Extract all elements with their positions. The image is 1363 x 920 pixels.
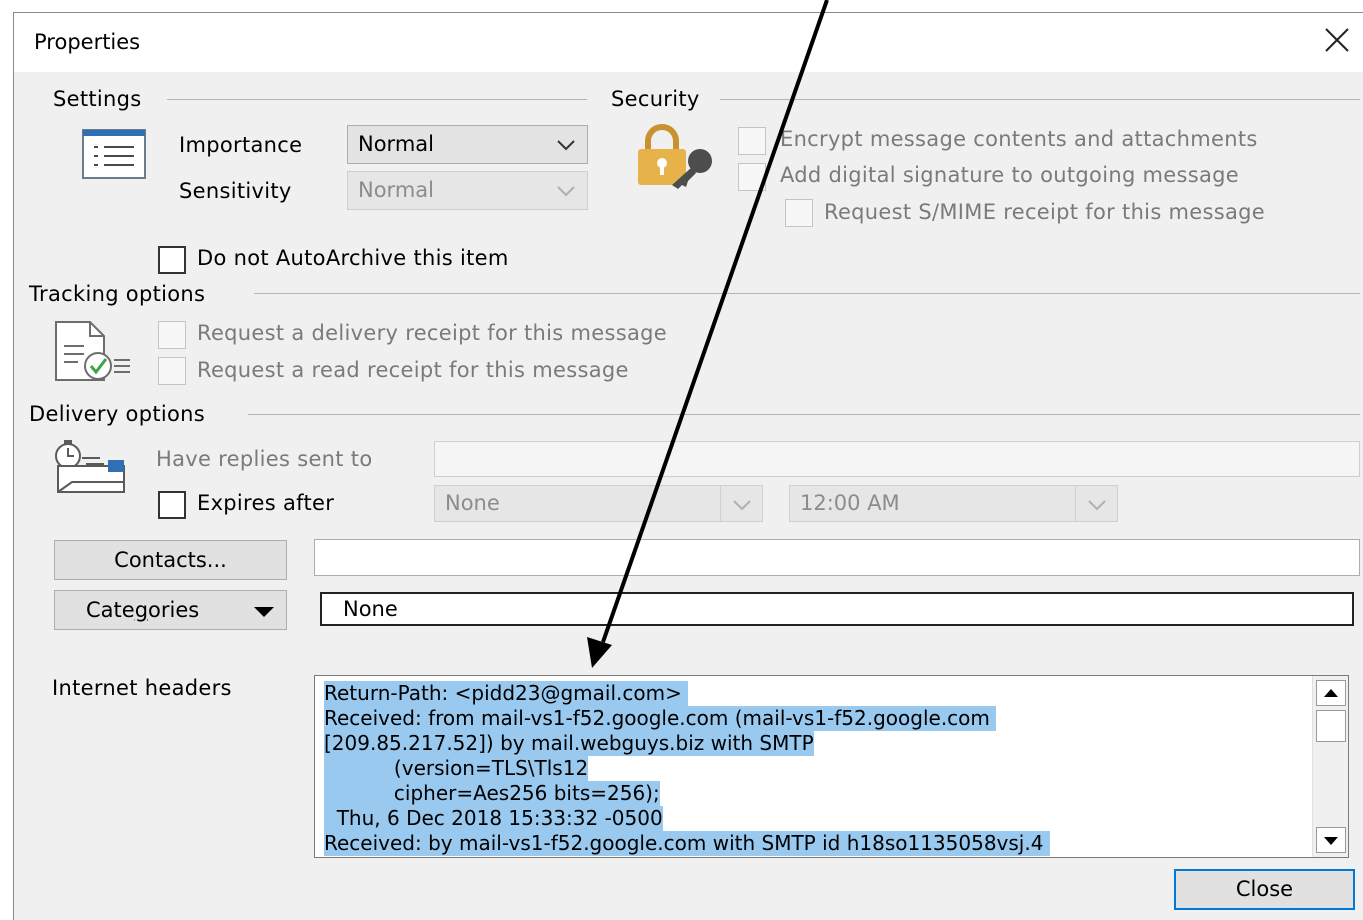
annotation-arrow-icon bbox=[587, 0, 829, 668]
